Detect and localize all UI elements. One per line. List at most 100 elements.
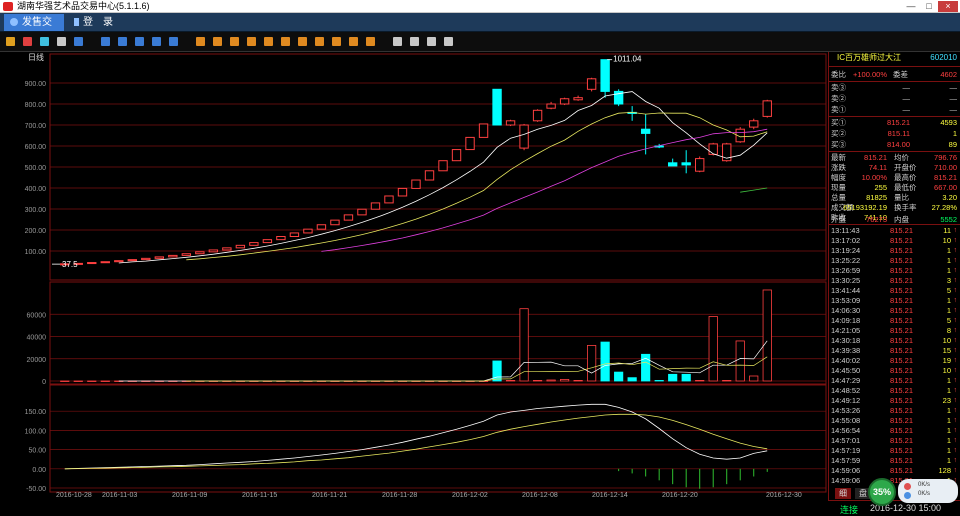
zoom-out-icon[interactable]: [410, 37, 419, 46]
volume-bar: [573, 380, 583, 382]
tool-d-icon[interactable]: [152, 37, 161, 46]
candle-body: [262, 239, 273, 244]
candle-body: [87, 262, 97, 265]
candle-body: [330, 219, 340, 226]
zoom-in-icon[interactable]: [393, 37, 402, 46]
chart-pane-border: [49, 383, 827, 493]
tick-price: 815.21: [890, 386, 913, 395]
tick-volume: 1: [946, 456, 951, 465]
volume-bar: [735, 340, 745, 382]
refresh-icon[interactable]: [74, 37, 83, 46]
tick-row: 14:55:08 815.21 1 ↑: [829, 416, 960, 426]
tick-row: 13:17:02 815.21 10 ↑: [829, 236, 960, 246]
candle-body: [168, 254, 178, 258]
date-tick-label: 2016-12-08: [522, 492, 558, 499]
instrument-header[interactable]: IC百万雄师过大江 602010: [829, 52, 960, 64]
tick-volume: 19: [942, 356, 951, 365]
tick-price: 815.21: [890, 296, 913, 305]
page-4-icon[interactable]: [247, 37, 256, 46]
page-5-icon[interactable]: [264, 37, 273, 46]
bid-label: 买②: [831, 129, 846, 138]
panel-divider: [829, 66, 960, 67]
stat-label: 幅度: [831, 173, 846, 182]
panel-divider: [829, 151, 960, 152]
page-8-icon[interactable]: [315, 37, 324, 46]
stat-value: 815.21: [864, 153, 887, 162]
tick-up-arrow-icon: ↑: [953, 457, 958, 464]
candle-body: [208, 249, 219, 253]
panel-tab-0[interactable]: 细: [835, 488, 851, 499]
menu-trade[interactable]: 发售交易: [4, 14, 64, 45]
date-tick-label: 2016-11-03: [102, 492, 137, 499]
candle-body: [465, 136, 475, 151]
page-6-icon[interactable]: [281, 37, 290, 46]
calendar-icon[interactable]: [57, 37, 66, 46]
inner-value: 5552: [940, 215, 957, 224]
quote-stat-row: 现量 255 最低价 667.00: [829, 183, 960, 193]
candle-body: [667, 162, 678, 167]
close-button[interactable]: ×: [938, 1, 958, 12]
page-11-icon[interactable]: [366, 37, 375, 46]
bar-chart-icon[interactable]: [6, 37, 15, 46]
toolbar: [0, 32, 960, 52]
candle-body: [343, 214, 354, 221]
tool-a-icon[interactable]: [101, 37, 110, 46]
tick-price: 815.21: [890, 436, 913, 445]
volume-bar: [614, 371, 624, 382]
tick-price: 815.21: [890, 426, 913, 435]
tool-b-icon[interactable]: [118, 37, 127, 46]
tick-row: 14:49:12 815.21 23 ↑: [829, 396, 960, 406]
line-chart-icon[interactable]: [23, 37, 32, 46]
tool-e-icon[interactable]: [169, 37, 178, 46]
settings-icon[interactable]: [444, 37, 453, 46]
date-tick-label: 2016-11-15: [242, 492, 277, 499]
page-2-icon[interactable]: [213, 37, 222, 46]
date-tick-label: 2016-12-30: [766, 492, 802, 499]
bid-label: 买③: [831, 140, 846, 149]
candle-body: [519, 124, 529, 149]
bid-price: 815.21: [887, 118, 910, 127]
tick-up-arrow-icon: ↑: [953, 327, 958, 334]
minimize-button[interactable]: —: [902, 1, 920, 12]
page-7-icon[interactable]: [298, 37, 307, 46]
tick-price: 815.21: [890, 316, 913, 325]
tick-time: 13:17:02: [831, 236, 861, 245]
page-9-icon[interactable]: [332, 37, 341, 46]
candle-icon[interactable]: [40, 37, 49, 46]
kline-chart-svg[interactable]: 日线 900.00 800.00 700.00 600.00 500.00 400.00 30…: [0, 52, 828, 516]
stat-value: 74.11: [868, 163, 887, 172]
draw-icon[interactable]: [427, 37, 436, 46]
tick-time: 13:30:25: [831, 276, 861, 285]
tick-up-arrow-icon: ↑: [953, 307, 958, 314]
tick-volume: 23: [942, 396, 951, 405]
volume-bar: [600, 341, 610, 382]
stat-value: 27.28%: [931, 203, 957, 212]
tick-volume: 128: [938, 466, 951, 475]
tick-price: 815.21: [890, 416, 913, 425]
tick-row: 13:53:09 815.21 1 ↑: [829, 296, 960, 306]
maximize-button[interactable]: □: [920, 1, 938, 12]
volume-tick-label: 40000: [27, 335, 47, 342]
tick-volume: 11: [943, 226, 951, 235]
tick-time: 13:11:43: [831, 226, 860, 235]
page-3-icon[interactable]: [230, 37, 239, 46]
candle-body: [749, 120, 759, 128]
volume-bar: [587, 344, 597, 382]
tick-time: 13:19:24: [831, 246, 861, 255]
page-10-icon[interactable]: [349, 37, 358, 46]
tool-c-icon[interactable]: [135, 37, 144, 46]
tick-row: 14:47:29 815.21 1 ↑: [829, 376, 960, 386]
tick-up-arrow-icon: ↑: [953, 357, 958, 364]
tick-up-arrow-icon: ↑: [953, 367, 958, 374]
panel-divider: [829, 81, 960, 82]
bid-price: 814.00: [887, 140, 910, 149]
connection-status: 连接: [840, 505, 859, 515]
kline-chart-area[interactable]: 日线 900.00 800.00 700.00 600.00 500.00 400.00 30…: [0, 52, 828, 516]
tick-volume: 1: [946, 406, 951, 415]
tick-row: 14:57:19 815.21 1 ↑: [829, 446, 960, 456]
speed-ball[interactable]: 35%: [868, 478, 896, 506]
candle-body: [505, 120, 516, 126]
menu-login[interactable]: 登 录: [68, 14, 124, 31]
page-1-icon[interactable]: [196, 37, 205, 46]
app-logo-icon: [3, 2, 13, 11]
